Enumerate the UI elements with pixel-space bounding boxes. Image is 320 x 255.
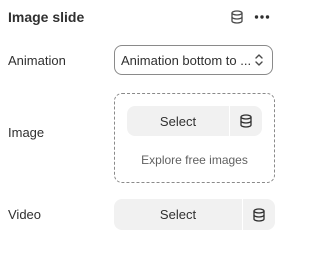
panel-title: Image slide (8, 9, 85, 25)
video-select-group: Select (114, 199, 275, 230)
more-horizontal-icon[interactable] (254, 14, 270, 20)
animation-label: Animation (8, 53, 66, 68)
video-label: Video (8, 207, 42, 222)
header-actions (230, 10, 270, 24)
panel-header: Image slide (8, 8, 270, 26)
chevron-up-down-icon (254, 53, 264, 67)
database-icon (252, 207, 266, 222)
database-icon[interactable] (230, 10, 244, 24)
explore-free-images-link[interactable]: Explore free images (115, 153, 274, 167)
image-select-button[interactable]: Select (127, 106, 229, 136)
image-dropzone[interactable]: Select Explore free images (114, 93, 275, 183)
database-icon (239, 114, 253, 128)
image-select-group: Select (127, 106, 262, 136)
video-select-button[interactable]: Select (114, 199, 242, 230)
image-library-button[interactable] (230, 106, 262, 136)
animation-select[interactable]: Animation bottom to ... (114, 45, 273, 75)
video-library-button[interactable] (243, 199, 275, 230)
animation-select-value: Animation bottom to ... (121, 52, 252, 68)
image-slide-panel: Image slide Animation Animation bottom t… (0, 0, 282, 255)
image-label: Image (8, 125, 45, 140)
